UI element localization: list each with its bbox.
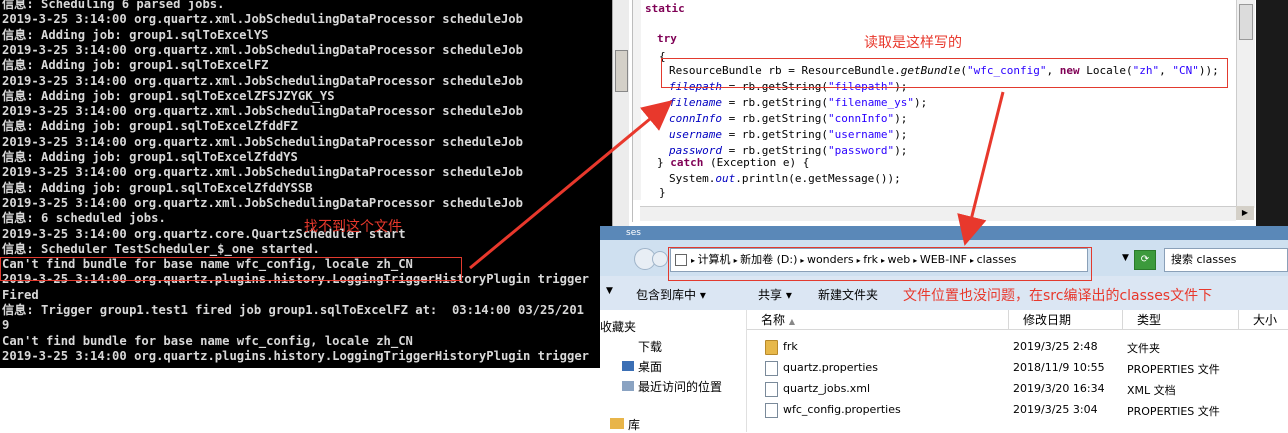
arrow-to-path [957, 91, 1005, 246]
annotation-arrows [469, 91, 1005, 270]
arrow-to-code [469, 100, 673, 270]
